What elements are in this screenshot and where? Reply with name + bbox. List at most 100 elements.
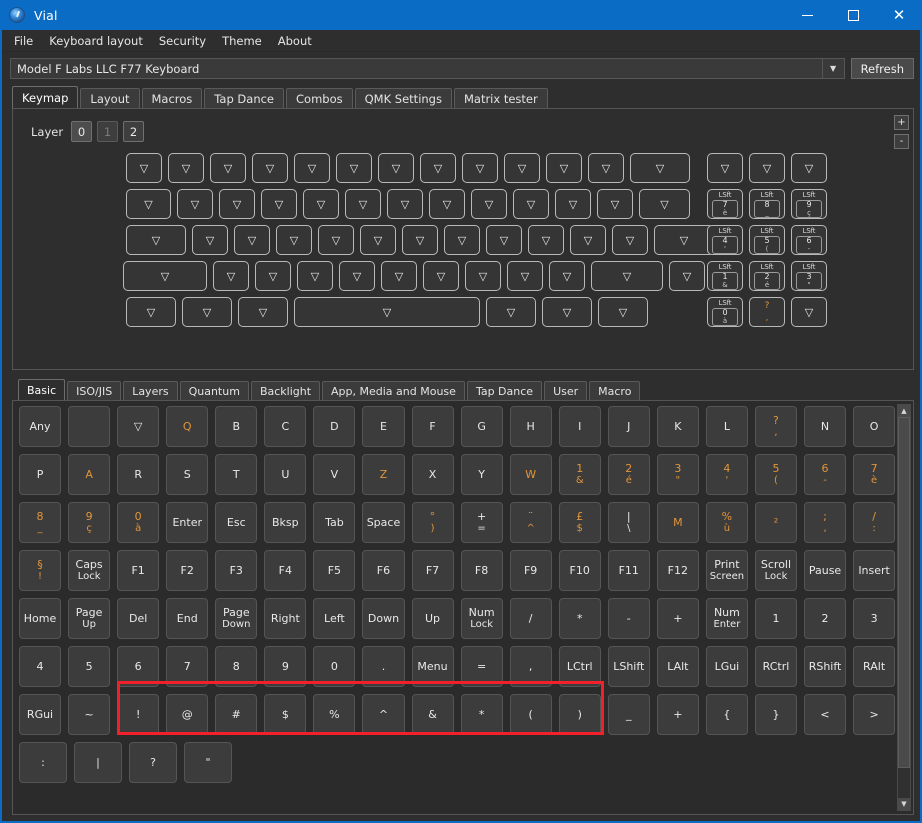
keyboard-key-empty[interactable]: ▽	[486, 297, 536, 327]
keyboard-key-empty[interactable]: ▽	[255, 261, 291, 291]
keyboard-key-empty[interactable]: ▽	[504, 153, 540, 183]
keycode-button[interactable]: <	[804, 694, 846, 735]
keycode-button[interactable]: $	[264, 694, 306, 735]
keyboard-key-empty[interactable]: ▽	[387, 189, 423, 219]
close-button[interactable]: ✕	[876, 0, 922, 30]
keyboard-key-empty[interactable]: ▽	[381, 261, 417, 291]
keycode-button[interactable]: ?,	[755, 406, 797, 447]
keycode-button[interactable]: ScrollLock	[755, 550, 797, 591]
chevron-down-icon[interactable]: ▼	[822, 59, 844, 78]
keycode-button[interactable]: |	[74, 742, 122, 783]
keycode-button[interactable]: U	[264, 454, 306, 495]
scroll-up-icon[interactable]: ▲	[898, 405, 910, 417]
numpad-key-empty[interactable]: ▽	[791, 297, 827, 327]
keycode-button[interactable]: -	[608, 598, 650, 639]
keycode-button[interactable]: 7	[166, 646, 208, 687]
keyboard-key-empty[interactable]: ▽	[591, 261, 663, 291]
keyboard-select-dropdown[interactable]: Model F Labs LLC F77 Keyboard ▼	[10, 58, 845, 79]
keycode-button[interactable]: Enter	[166, 502, 208, 543]
keycode-button[interactable]: >	[853, 694, 895, 735]
menu-theme[interactable]: Theme	[214, 31, 270, 51]
keycode-button[interactable]: ^	[362, 694, 404, 735]
keycode-button[interactable]: Q	[166, 406, 208, 447]
keyboard-key-empty[interactable]: ▽	[177, 189, 213, 219]
keyboard-key-empty[interactable]: ▽	[542, 297, 592, 327]
keycode-button[interactable]: O	[853, 406, 895, 447]
maximize-button[interactable]	[830, 0, 876, 30]
keycode-button[interactable]: Tab	[313, 502, 355, 543]
numpad-key-empty[interactable]: ▽	[707, 153, 743, 183]
keycode-button[interactable]: 4'	[706, 454, 748, 495]
keycode-button[interactable]: B	[215, 406, 257, 447]
keycode-tab-tap-dance[interactable]: Tap Dance	[467, 381, 542, 400]
tab-qmk-settings[interactable]: QMK Settings	[355, 88, 452, 108]
keyboard-key-empty[interactable]: ▽	[669, 261, 705, 291]
numpad-key-mod[interactable]: LSft8_	[749, 189, 785, 219]
keyboard-key-empty[interactable]: ▽	[513, 189, 549, 219]
keyboard-key-empty[interactable]: ▽	[339, 261, 375, 291]
numpad-key-empty[interactable]: ▽	[749, 153, 785, 183]
keycode-button[interactable]: V	[313, 454, 355, 495]
numpad-key-mod[interactable]: LSft7è	[707, 189, 743, 219]
keycode-button[interactable]: 9	[264, 646, 306, 687]
keycode-button[interactable]: *	[559, 598, 601, 639]
keycode-button[interactable]: F8	[461, 550, 503, 591]
keycode-button[interactable]: X	[412, 454, 454, 495]
keycode-button[interactable]: Space	[362, 502, 404, 543]
numpad-key-mod[interactable]: LSft0à	[707, 297, 743, 327]
keycode-button[interactable]: F5	[313, 550, 355, 591]
keycode-button[interactable]: 5(	[755, 454, 797, 495]
scrollbar-track[interactable]	[898, 417, 910, 798]
tab-keymap[interactable]: Keymap	[12, 86, 78, 108]
keycode-button[interactable]: Home	[19, 598, 61, 639]
keycode-button[interactable]: Y	[461, 454, 503, 495]
keycode-button[interactable]: RShift	[804, 646, 846, 687]
keycode-button[interactable]: £$	[559, 502, 601, 543]
keycode-tab-iso-jis[interactable]: ISO/JIS	[67, 381, 121, 400]
keyboard-key-empty[interactable]: ▽	[570, 225, 606, 255]
keycode-button[interactable]: (	[510, 694, 552, 735]
layer-button-2[interactable]: 2	[123, 121, 144, 142]
keyboard-key-empty[interactable]: ▽	[420, 153, 456, 183]
keycode-button[interactable]: 6	[117, 646, 159, 687]
keycode-button[interactable]: 6-	[804, 454, 846, 495]
keyboard-key-empty[interactable]: ▽	[336, 153, 372, 183]
keycode-button[interactable]: G	[461, 406, 503, 447]
keyboard-key-empty[interactable]: ▽	[639, 189, 690, 219]
keycode-scrollbar[interactable]: ▲ ▼	[897, 404, 911, 811]
keycode-button[interactable]: 7è	[853, 454, 895, 495]
keycode-button[interactable]: E	[362, 406, 404, 447]
keyboard-key-empty[interactable]: ▽	[126, 153, 162, 183]
numpad-key-mod[interactable]: LSft9ç	[791, 189, 827, 219]
keycode-button[interactable]: RGui	[19, 694, 61, 735]
keycode-button[interactable]: F6	[362, 550, 404, 591]
keycode-button[interactable]: .	[362, 646, 404, 687]
keycode-button[interactable]: Right	[264, 598, 306, 639]
keycode-button[interactable]: 0à	[117, 502, 159, 543]
keycode-button[interactable]: Z	[362, 454, 404, 495]
keycode-button[interactable]: 5	[68, 646, 110, 687]
keycode-button[interactable]: F9	[510, 550, 552, 591]
keyboard-key-empty[interactable]: ▽	[276, 225, 312, 255]
keyboard-key-empty[interactable]: ▽	[261, 189, 297, 219]
keycode-button[interactable]: 8	[215, 646, 257, 687]
keycode-button[interactable]: NumEnter	[706, 598, 748, 639]
keyboard-key-empty[interactable]: ▽	[462, 153, 498, 183]
keycode-button[interactable]: Bksp	[264, 502, 306, 543]
keycode-button[interactable]: §!	[19, 550, 61, 591]
keyboard-key-empty[interactable]: ▽	[630, 153, 690, 183]
keycode-button[interactable]: 9ç	[68, 502, 110, 543]
menu-keyboard-layout[interactable]: Keyboard layout	[41, 31, 151, 51]
keycode-button[interactable]: =	[461, 646, 503, 687]
keycode-tab-basic[interactable]: Basic	[18, 379, 65, 400]
keycode-button[interactable]: 1&	[559, 454, 601, 495]
scroll-down-icon[interactable]: ▼	[898, 798, 910, 810]
layer-button-1[interactable]: 1	[97, 121, 118, 142]
keycode-button[interactable]: F3	[215, 550, 257, 591]
keycode-button[interactable]: ~	[68, 694, 110, 735]
minimize-button[interactable]	[784, 0, 830, 30]
keycode-button[interactable]: _	[608, 694, 650, 735]
keycode-button[interactable]: 1	[755, 598, 797, 639]
keycode-tab-macro[interactable]: Macro	[589, 381, 640, 400]
keycode-button[interactable]: M	[657, 502, 699, 543]
